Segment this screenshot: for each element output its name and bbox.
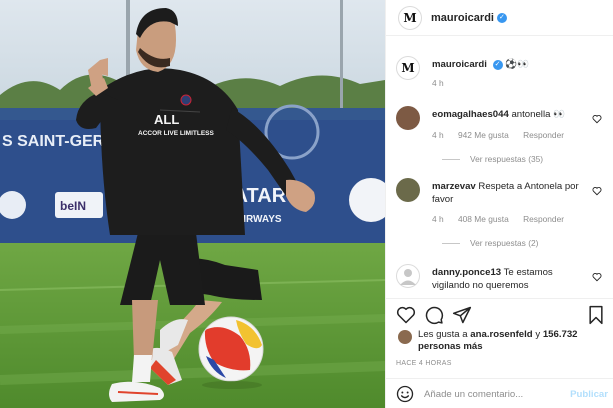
- comment-body: danny.ponce13 Te estamos vigilando no qu…: [432, 266, 592, 292]
- comment-reply-button[interactable]: Responder: [523, 214, 564, 224]
- svg-text:ALL: ALL: [154, 112, 179, 127]
- comment-text: antonella 👀: [511, 109, 566, 120]
- share-icon[interactable]: [452, 305, 472, 325]
- comment-input[interactable]: [424, 388, 571, 400]
- player-photo: S SAINT-GERM QATAR AIRWAYS beIN ALL ACCO…: [0, 0, 385, 408]
- emoji-icon[interactable]: [396, 385, 414, 403]
- post-time-ago[interactable]: HACE 4 HORAS: [396, 360, 452, 367]
- caption-row: M mauroicardi ✓ ⚽👀 4 h: [396, 56, 606, 96]
- board-text-saint-germain: S SAINT-GERM: [2, 133, 118, 150]
- commenter-avatar[interactable]: [396, 264, 420, 288]
- comment-like-heart-icon[interactable]: [592, 114, 602, 124]
- comment-body: marzevav Respeta a Antonela por favor: [432, 180, 592, 206]
- heart-icon[interactable]: [396, 305, 416, 325]
- comment-like-heart-icon[interactable]: [592, 272, 602, 282]
- comment-username[interactable]: danny.ponce13: [432, 267, 501, 278]
- comment-like-heart-icon[interactable]: [592, 186, 602, 196]
- view-replies-button[interactable]: Ver respuestas (35): [442, 154, 543, 164]
- post-side-panel: M mauroicardi ✓ M mauroicardi ✓ ⚽👀 4 h e…: [385, 0, 613, 408]
- post-photo[interactable]: S SAINT-GERM QATAR AIRWAYS beIN ALL ACCO…: [0, 0, 385, 408]
- comment-icon[interactable]: [424, 305, 444, 325]
- bookmark-icon[interactable]: [586, 305, 606, 325]
- post-header: M mauroicardi ✓: [386, 0, 613, 36]
- verified-badge-icon: ✓: [496, 12, 507, 23]
- commenter-avatar[interactable]: [396, 106, 420, 130]
- comment-likes[interactable]: 942 Me gusta: [458, 130, 509, 140]
- jersey-sponsor-text: ACCOR LIVE LIMITLESS: [138, 130, 215, 137]
- comment-reply-button[interactable]: Responder: [523, 130, 564, 140]
- liker-avatar[interactable]: [398, 330, 412, 344]
- publish-button[interactable]: Publicar: [570, 389, 608, 400]
- commenter-avatar[interactable]: [396, 178, 420, 202]
- comment-item: danny.ponce13 Te estamos vigilando no qu…: [396, 264, 606, 298]
- comment-time[interactable]: 4 h: [432, 214, 444, 224]
- comment-item: marzevav Respeta a Antonela por favor 4 …: [396, 178, 606, 254]
- comment-meta: 4 h 408 Me gusta Responder: [432, 214, 576, 224]
- likes-prefix: Les gusta a: [418, 329, 471, 340]
- author-username[interactable]: mauroicardi: [431, 12, 494, 24]
- comment-username[interactable]: eomagalhaes044: [432, 109, 509, 120]
- comment-item: eomagalhaes044 antonella 👀 4 h 942 Me gu…: [396, 106, 606, 170]
- post-actions-section: Les gusta a ana.rosenfeld y 156.732 pers…: [386, 298, 613, 408]
- comment-time[interactable]: 4 h: [432, 130, 444, 140]
- likes-text: Les gusta a ana.rosenfeld y 156.732 pers…: [418, 329, 598, 353]
- view-replies-button[interactable]: Ver respuestas (2): [442, 238, 538, 248]
- comment-likes[interactable]: 408 Me gusta: [458, 214, 509, 224]
- verified-badge-icon: ✓: [492, 60, 503, 70]
- add-comment-bar: Publicar: [386, 378, 613, 408]
- caption-text: ⚽👀: [505, 59, 530, 70]
- liker-username[interactable]: ana.rosenfeld: [470, 329, 532, 340]
- action-icons-row: [396, 305, 606, 329]
- caption-meta: 4 h: [432, 78, 456, 88]
- caption-username[interactable]: mauroicardi: [432, 59, 487, 70]
- caption-author-avatar[interactable]: M: [396, 56, 420, 80]
- caption-time[interactable]: 4 h: [432, 78, 444, 88]
- comment-username[interactable]: marzevav: [432, 181, 476, 192]
- comment-meta: 4 h 942 Me gusta Responder: [432, 130, 576, 140]
- board-text-bein: beIN: [60, 199, 86, 213]
- likes-middle: y: [532, 329, 543, 340]
- comment-body: eomagalhaes044 antonella 👀: [432, 108, 592, 121]
- author-avatar[interactable]: M: [398, 5, 422, 30]
- comments-list[interactable]: M mauroicardi ✓ ⚽👀 4 h eomagalhaes044 an…: [386, 44, 613, 298]
- caption-body: mauroicardi ✓ ⚽👀: [432, 58, 592, 71]
